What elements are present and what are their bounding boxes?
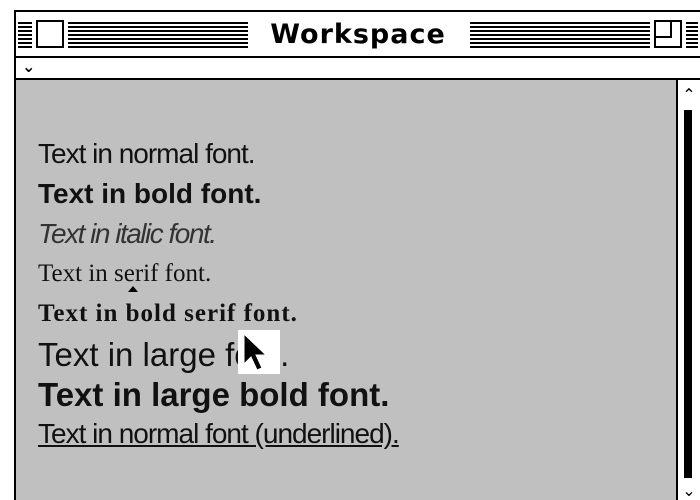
- title-bar[interactable]: Workspace: [16, 12, 700, 58]
- workspace-window: Workspace ⌄ Text in normal font. Text in…: [14, 10, 700, 500]
- text-caret-icon: [128, 286, 138, 292]
- scroll-track[interactable]: [684, 110, 692, 478]
- text-line-bold: Text in bold font.: [38, 178, 262, 209]
- close-box-icon[interactable]: [36, 20, 64, 48]
- zoom-box-icon[interactable]: [654, 20, 682, 48]
- text-line-serif: Text in serif font.: [38, 260, 212, 287]
- menu-strip: ⌄: [16, 58, 700, 80]
- chevron-down-icon[interactable]: ⌄: [22, 58, 40, 76]
- text-line-italic: Text in italic font.: [38, 218, 217, 249]
- arrow-pointer-icon: [238, 330, 280, 374]
- vertical-scrollbar[interactable]: ⌃ ⌄: [676, 80, 700, 500]
- window-title: Workspace: [252, 18, 464, 52]
- text-line-underlined: Text in normal font (underlined).: [38, 418, 400, 449]
- scroll-down-arrow-icon[interactable]: ⌄: [680, 482, 698, 500]
- text-line-normal: Text in normal font.: [38, 138, 256, 169]
- text-line-large-bold: Text in large bold font.: [38, 376, 390, 413]
- scroll-up-arrow-icon[interactable]: ⌃: [680, 86, 698, 104]
- text-line-bold-serif: Text in bold serif font.: [38, 300, 298, 327]
- text-content-area[interactable]: Text in normal font. Text in bold font. …: [16, 80, 676, 500]
